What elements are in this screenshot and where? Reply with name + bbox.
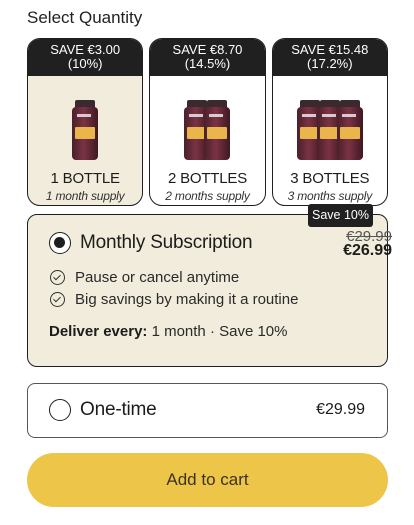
quantity-name: 3 BOTTLES bbox=[290, 170, 370, 187]
quantity-supply: 1 month supply bbox=[45, 189, 125, 203]
delivery-value: 1 month · Save 10% bbox=[151, 323, 288, 340]
quantity-supply: 2 months supply bbox=[165, 189, 250, 203]
one-time-radio[interactable] bbox=[49, 399, 71, 421]
benefit-text: Big savings by making it a routine bbox=[75, 291, 299, 308]
product-image bbox=[28, 88, 142, 160]
save-badge: Save 10% bbox=[308, 204, 373, 227]
bottle-icon bbox=[204, 100, 231, 160]
savings-percent: (17.2%) bbox=[307, 56, 353, 71]
savings-banner: SAVE €3.00 (10%) bbox=[28, 39, 143, 76]
check-circle-icon bbox=[50, 292, 65, 307]
quantity-option-1-bottle[interactable]: SAVE €3.00 (10%) 1 BOTTLE 1 month supply bbox=[27, 38, 144, 206]
quantity-options: SAVE €3.00 (10%) 1 BOTTLE 1 month supply… bbox=[27, 38, 388, 206]
quantity-option-3-bottles[interactable]: SAVE €15.48 (17.2%) 3 BOTTLES 3 months s… bbox=[271, 38, 388, 206]
quantity-option-2-bottles[interactable]: SAVE €8.70 (14.5%) 2 BOTTLES 2 months su… bbox=[149, 38, 266, 206]
bottle-icon bbox=[72, 100, 99, 160]
quantity-supply: 3 months supply bbox=[287, 189, 373, 203]
benefit-item: Big savings by making it a routine bbox=[50, 291, 298, 308]
savings-amount: SAVE €8.70 bbox=[172, 42, 243, 57]
savings-banner: SAVE €8.70 (14.5%) bbox=[150, 39, 265, 76]
bottle-icon bbox=[336, 100, 363, 160]
product-image bbox=[273, 88, 387, 160]
benefit-item: Pause or cancel anytime bbox=[50, 269, 239, 286]
one-time-price: €29.99 bbox=[316, 401, 365, 418]
savings-percent: (10%) bbox=[67, 56, 103, 71]
quantity-name: 2 BOTTLES bbox=[167, 170, 248, 187]
product-image bbox=[150, 88, 264, 160]
subscription-radio[interactable] bbox=[49, 232, 71, 254]
savings-percent: (14.5%) bbox=[184, 56, 231, 71]
subscription-price: €26.99 bbox=[343, 242, 392, 259]
savings-amount: SAVE €15.48 bbox=[291, 42, 369, 57]
quantity-name: 1 BOTTLE bbox=[50, 170, 120, 187]
delivery-frequency[interactable]: Deliver every: 1 month · Save 10% bbox=[49, 323, 288, 340]
savings-amount: SAVE €3.00 bbox=[50, 42, 121, 57]
savings-banner: SAVE €15.48 (17.2%) bbox=[272, 39, 387, 76]
check-circle-icon bbox=[50, 270, 65, 285]
benefit-text: Pause or cancel anytime bbox=[75, 269, 240, 286]
section-title: Select Quantity bbox=[27, 8, 143, 27]
add-to-cart-button[interactable]: Add to cart bbox=[27, 453, 388, 507]
delivery-label: Deliver every: bbox=[49, 323, 148, 340]
one-time-title: One-time bbox=[80, 399, 157, 420]
subscription-title: Monthly Subscription bbox=[80, 232, 253, 253]
